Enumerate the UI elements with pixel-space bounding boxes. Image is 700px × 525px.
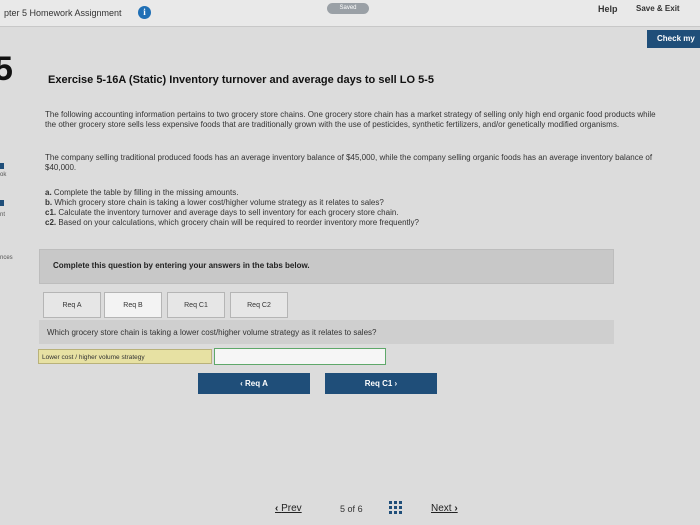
next-question-link[interactable]: Next › [431, 503, 458, 514]
answer-input[interactable] [214, 348, 386, 365]
answer-label: Lower cost / higher volume strategy [38, 349, 212, 364]
info-icon[interactable]: i [138, 6, 151, 19]
question-bar: Which grocery store chain is taking a lo… [39, 320, 614, 344]
task-item: c1. Calculate the inventory turnover and… [45, 208, 399, 217]
tab-req-c2[interactable]: Req C2 [230, 292, 288, 318]
assignment-title: pter 5 Homework Assignment [4, 8, 122, 18]
saved-status-badge: Saved [327, 3, 369, 14]
tab-req-c1[interactable]: Req C1 [167, 292, 225, 318]
sidebar-item[interactable]: nt [0, 212, 5, 218]
exercise-paragraph: The following accounting information per… [45, 110, 656, 129]
instructions-text: Complete this question by entering your … [53, 261, 310, 270]
exercise-paragraph: The company selling traditional produced… [45, 153, 653, 172]
save-exit-button[interactable]: Save & Exit [636, 4, 680, 13]
prev-req-button[interactable]: ‹ Req A [198, 373, 310, 394]
question-number: 5 [0, 50, 13, 88]
sidebar-marker [0, 200, 4, 206]
question-text: Which grocery store chain is taking a lo… [47, 328, 377, 337]
sidebar-item[interactable]: ok [0, 172, 6, 178]
prev-question-link[interactable]: ‹ Prev [275, 503, 302, 514]
task-item: c2. Based on your calculations, which gr… [45, 218, 419, 227]
grid-icon[interactable] [389, 501, 402, 514]
sidebar-item[interactable]: nces [0, 255, 13, 261]
footer-nav: ‹ Prev 5 of 6 Next › [0, 495, 700, 525]
help-button[interactable]: Help [598, 4, 618, 14]
page-indicator: 5 of 6 [340, 504, 363, 514]
exercise-title: Exercise 5-16A (Static) Inventory turnov… [48, 74, 434, 86]
top-bar: pter 5 Homework Assignment i Saved Help … [0, 0, 700, 27]
check-my-work-button[interactable]: Check my [647, 30, 700, 48]
chevron-right-icon: › [451, 503, 458, 514]
sidebar-marker [0, 163, 4, 169]
tab-req-b[interactable]: Req B [104, 292, 162, 318]
task-item: b. Which grocery store chain is taking a… [45, 198, 384, 207]
next-req-button[interactable]: Req C1 › [325, 373, 437, 394]
tab-req-a[interactable]: Req A [43, 292, 101, 318]
task-item: a. Complete the table by filling in the … [45, 188, 239, 197]
instructions-box: Complete this question by entering your … [39, 249, 614, 284]
task-list: a. Complete the table by filling in the … [45, 188, 419, 228]
